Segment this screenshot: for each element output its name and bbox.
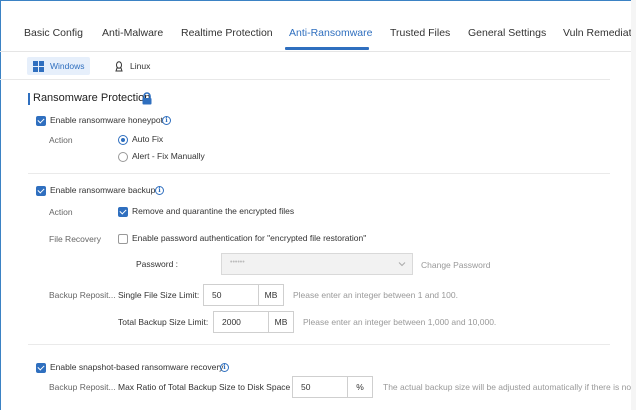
tab-trusted-files[interactable]: Trusted Files: [390, 27, 450, 39]
honeypot-action-label: Action: [49, 135, 73, 145]
active-tab-indicator: [285, 47, 369, 50]
max-ratio-unit: %: [348, 376, 373, 398]
remove-quarantine-checkbox[interactable]: [118, 207, 128, 217]
single-file-size-label: Single File Size Limit:: [118, 290, 200, 300]
single-file-size-input[interactable]: 50: [203, 284, 259, 306]
single-file-size-unit: MB: [259, 284, 284, 306]
lock-icon: [142, 92, 152, 105]
snapshot-label: Enable snapshot-based ransomware recover…: [50, 362, 224, 372]
tab-anti-ransomware[interactable]: Anti-Ransomware: [289, 27, 372, 39]
password-auth-label: Enable password authentication for "encr…: [132, 233, 367, 243]
backup-checkbox[interactable]: [36, 186, 46, 196]
os-windows-button[interactable]: Windows: [27, 57, 91, 75]
tab-vuln-remediation[interactable]: Vuln Remediati: [563, 27, 634, 39]
tab-bar: Basic Config Anti-Malware Realtime Prote…: [0, 0, 636, 52]
max-ratio-label: Max Ratio of Total Backup Size to Disk S…: [118, 382, 291, 392]
single-file-size-hint: Please enter an integer between 1 and 10…: [293, 290, 458, 300]
divider: [28, 173, 610, 174]
backup-repository-label: Backup Reposit...: [49, 290, 116, 300]
total-backup-size-label: Total Backup Size Limit:: [118, 317, 209, 327]
tab-basic-config[interactable]: Basic Config: [24, 27, 83, 39]
os-linux-button[interactable]: Linux: [108, 57, 156, 75]
backup-action-label: Action: [49, 207, 73, 217]
divider: [28, 344, 610, 345]
honeypot-info-icon[interactable]: i: [162, 116, 171, 125]
radio-alert-fix-manually-label: Alert - Fix Manually: [132, 151, 205, 161]
password-value: ••••••: [230, 259, 245, 266]
radio-alert-fix-manually[interactable]: [118, 152, 128, 162]
tab-general-settings[interactable]: General Settings: [468, 27, 546, 39]
honeypot-label: Enable ransomware honeypot: [50, 115, 163, 125]
file-recovery-label: File Recovery: [49, 234, 101, 244]
max-ratio-hint: The actual backup size will be adjusted …: [383, 382, 636, 392]
snapshot-info-icon[interactable]: i: [220, 363, 229, 372]
os-linux-label: Linux: [130, 61, 151, 71]
os-windows-label: Windows: [50, 61, 85, 71]
total-backup-size-input[interactable]: 2000: [213, 311, 269, 333]
section-title: Ransomware Protection: [33, 92, 151, 104]
tab-anti-malware[interactable]: Anti-Malware: [102, 27, 163, 39]
linux-icon: [115, 60, 123, 71]
windows-icon: [33, 60, 44, 72]
change-password-link[interactable]: Change Password: [421, 260, 490, 270]
backup-label: Enable ransomware backup: [50, 185, 156, 195]
password-label: Password :: [136, 259, 179, 269]
radio-auto-fix[interactable]: [118, 135, 128, 145]
chevron-down-icon: [398, 262, 406, 267]
remove-quarantine-label: Remove and quarantine the encrypted file…: [132, 206, 295, 216]
backup-info-icon[interactable]: i: [155, 186, 164, 195]
total-backup-size-hint: Please enter an integer between 1,000 an…: [303, 317, 497, 327]
password-auth-checkbox[interactable]: [118, 234, 128, 244]
os-selector: Windows Linux: [0, 54, 610, 80]
max-ratio-input[interactable]: 50: [292, 376, 348, 398]
snapshot-backup-repository-label: Backup Reposit...: [49, 382, 116, 392]
tab-realtime-protection[interactable]: Realtime Protection: [181, 27, 273, 39]
snapshot-checkbox[interactable]: [36, 363, 46, 373]
radio-auto-fix-label: Auto Fix: [132, 134, 164, 144]
password-field[interactable]: ••••••: [221, 253, 413, 275]
honeypot-checkbox[interactable]: [36, 116, 46, 126]
scrollbar[interactable]: [631, 0, 636, 410]
section-accent-bar: [28, 93, 30, 105]
total-backup-size-unit: MB: [269, 311, 294, 333]
